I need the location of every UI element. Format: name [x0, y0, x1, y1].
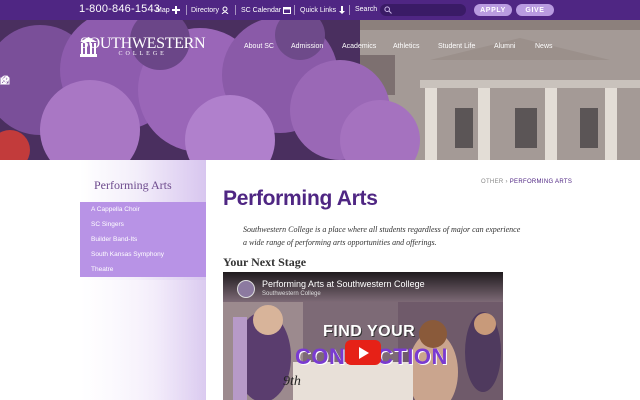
section-sidebar: Performing Arts A Cappella Choir SC Sing…	[80, 160, 206, 400]
directory-icon	[221, 6, 229, 15]
video-channel[interactable]: Southwestern College	[262, 291, 321, 297]
section-heading: Your Next Stage	[223, 255, 307, 269]
breadcrumb: OTHER › PERFORMING ARTS	[481, 179, 572, 185]
logo-name: SOUTHWESTERN	[80, 35, 206, 52]
search-input[interactable]	[395, 6, 461, 14]
divider	[349, 5, 350, 15]
breadcrumb-current: PERFORMING ARTS	[509, 179, 573, 185]
search-field[interactable]	[380, 4, 466, 16]
sidebar-menu: A Cappella Choir SC Singers Builder Band…	[80, 202, 206, 277]
divider	[235, 5, 236, 15]
nav-athletics[interactable]: Athletics	[393, 43, 419, 50]
divider	[294, 5, 295, 15]
page-title: Performing Arts	[223, 187, 378, 210]
college-logo[interactable]: SOUTHWESTERN COLLEGE	[80, 35, 206, 58]
calendar-link[interactable]: SC Calendar	[241, 6, 292, 14]
sidebar-gradient	[80, 280, 206, 400]
video-player[interactable]: Performing Arts at Southwestern College …	[223, 272, 503, 400]
building-logo-icon	[80, 37, 97, 57]
arrow-down-icon	[338, 6, 346, 14]
play-button[interactable]	[345, 340, 381, 365]
calendar-icon	[283, 6, 292, 14]
nav-admission[interactable]: Admission	[291, 43, 323, 50]
map-label: Map	[156, 6, 170, 14]
nav-about[interactable]: About SC	[244, 43, 274, 50]
nav-student-life[interactable]: Student Life	[438, 43, 475, 50]
breadcrumb-parent[interactable]: OTHER	[481, 179, 504, 185]
shirt-text: 9th	[283, 374, 301, 389]
sidebar-title[interactable]: Performing Arts	[94, 178, 172, 193]
breadcrumb-separator: ›	[505, 179, 508, 185]
map-link[interactable]: Map	[156, 6, 180, 14]
intro-text: Southwestern College is a place where al…	[243, 225, 521, 247]
phone-number[interactable]: 1-800-846-1543	[79, 3, 160, 15]
quick-links-menu[interactable]: Quick Links	[300, 6, 346, 14]
video-overlay-line1: FIND YOUR	[323, 323, 416, 340]
video-title[interactable]: Performing Arts at Southwestern College	[262, 279, 425, 289]
sidebar-item-builder-band-its[interactable]: Builder Band-Its	[80, 232, 206, 247]
calendar-label: SC Calendar	[241, 6, 282, 14]
search-label: Search	[355, 6, 378, 13]
divider	[186, 5, 187, 15]
search-label-wrap: Search	[355, 6, 377, 13]
plus-icon	[171, 6, 180, 14]
give-button[interactable]: GIVE	[516, 4, 554, 16]
sidebar-item-south-kansas-symphony[interactable]: South Kansas Symphony	[80, 247, 206, 262]
quick-links-label: Quick Links	[300, 6, 337, 14]
logo-subtitle: COLLEGE	[118, 51, 167, 57]
utility-bar: 1-800-846-1543 Map Directory SC Calendar…	[0, 0, 640, 20]
sidebar-item-a-cappella-choir[interactable]: A Cappella Choir	[80, 202, 206, 217]
hero-banner: SOUTHWESTERN COLLEGE About SC Admission …	[0, 20, 640, 160]
directory-label: Directory	[191, 6, 220, 14]
sidebar-item-theatre[interactable]: Theatre	[80, 262, 206, 277]
apply-button[interactable]: APPLY	[474, 4, 512, 16]
nav-news[interactable]: News	[535, 43, 553, 50]
search-icon	[384, 6, 392, 14]
sidebar-item-sc-singers[interactable]: SC Singers	[80, 217, 206, 232]
side-tools	[0, 75, 14, 87]
nav-academics[interactable]: Academics	[342, 43, 376, 50]
directory-link[interactable]: Directory	[191, 6, 229, 15]
channel-avatar[interactable]	[237, 280, 255, 298]
nav-alumni[interactable]: Alumni	[494, 43, 515, 50]
